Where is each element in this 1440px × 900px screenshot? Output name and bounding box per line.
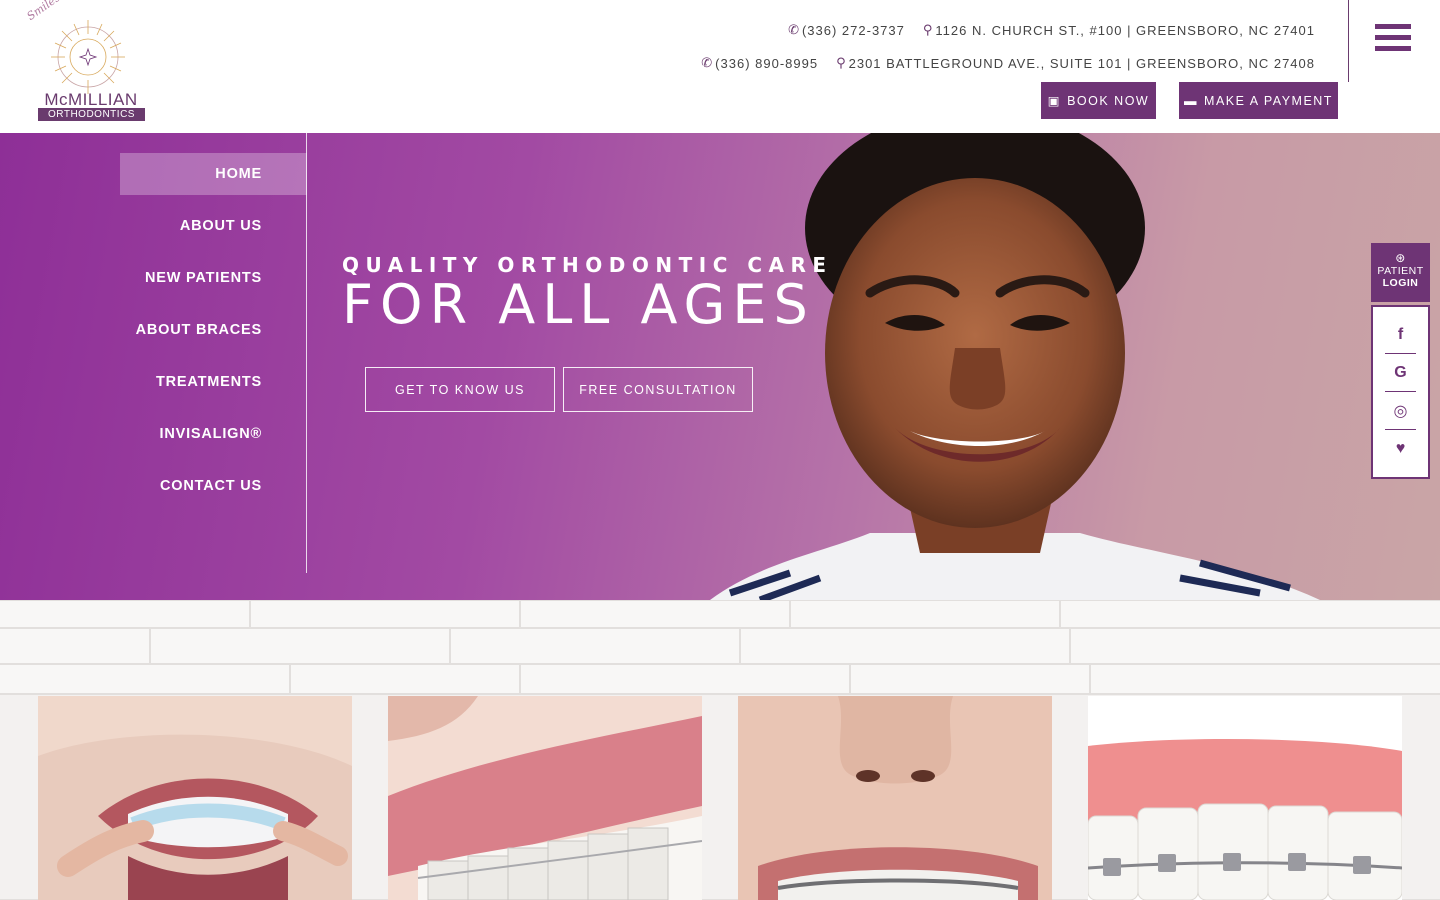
make-payment-label: MAKE A PAYMENT [1204,93,1333,108]
healthgrades-icon[interactable]: ♥ [1385,430,1416,468]
wall-brick [450,628,740,664]
google-icon[interactable]: G [1385,354,1416,392]
wall-brick [1070,628,1440,664]
patient-login-line2: LOGIN [1382,277,1419,289]
hero-headline: FOR ALL AGES [342,273,815,336]
site-header: Smiles for all ages McMILLIAN ORTHODONTI… [0,0,1440,133]
phone-icon: ✆ [788,22,800,37]
nav-item-new-patients[interactable]: NEW PATIENTS [120,257,307,299]
wall-brick [0,664,290,694]
phone-number: (336) 272-3737 [801,22,905,38]
wall-brick [790,600,1060,628]
facebook-icon[interactable]: f [1385,316,1416,354]
logo-name: McMILLIAN [44,90,138,109]
credit-card-icon: ▬ [1184,93,1199,108]
clear-aligner-image [38,696,352,900]
wall-brick [0,600,250,628]
phone-link-1[interactable]: ✆ (336) 272-3737 [788,22,905,38]
nav-item-treatments[interactable]: TREATMENTS [120,361,307,403]
nav-item-invisalign[interactable]: INVISALIGN® [120,413,307,455]
address-text: 1126 N. CHURCH ST., #100 | GREENSBORO, N… [935,22,1315,38]
wall-brick [1090,664,1440,694]
nav-item-about-us[interactable]: ABOUT US [120,205,307,247]
main-nav: HOME ABOUT US NEW PATIENTS ABOUT BRACES … [120,153,307,517]
wall-brick [520,600,790,628]
social-sidebar: f G ◎ ♥ [1371,305,1430,479]
phone-link-2[interactable]: ✆ (336) 890-8995 [701,55,818,71]
user-circle-icon: ⊛ [1395,251,1406,265]
logo-subname: ORTHODONTICS [38,108,145,121]
address-link-1[interactable]: ⚲ 1126 N. CHURCH ST., #100 | GREENSBORO,… [923,22,1315,38]
contact-row-2: ✆ (336) 890-8995 ⚲ 2301 BATTLEGROUND AVE… [701,55,1315,71]
book-now-button[interactable]: ▣ BOOK NOW [1041,82,1156,119]
treatment-card-metal-braces-closeup[interactable] [1088,696,1402,900]
logo[interactable]: Smiles for all ages McMILLIAN ORTHODONTI… [25,0,150,125]
wall-brick [520,664,850,694]
smiling-woman-portrait [710,133,1320,600]
wall-brick [740,628,1070,664]
make-payment-button[interactable]: ▬ MAKE A PAYMENT [1179,82,1338,119]
book-now-label: BOOK NOW [1067,93,1150,108]
phone-number: (336) 890-8995 [715,55,819,71]
hamburger-menu-icon[interactable] [1375,24,1411,52]
get-to-know-us-button[interactable]: GET TO KNOW US [365,367,555,412]
treatment-card-metal-braces[interactable] [738,696,1052,900]
phone-icon: ✆ [701,55,714,70]
metal-braces-image [738,696,1052,900]
address-text: 2301 BATTLEGROUND AVE., SUITE 101 | GREE… [848,55,1315,71]
contact-row-1: ✆ (336) 272-3737 ⚲ 1126 N. CHURCH ST., #… [788,22,1315,38]
address-link-2[interactable]: ⚲ 2301 BATTLEGROUND AVE., SUITE 101 | GR… [836,55,1315,71]
wall-brick [0,628,150,664]
wall-brick [150,628,450,664]
free-consultation-button[interactable]: FREE CONSULTATION [563,367,753,412]
treatments-section [0,600,1440,900]
treatment-card-clear-aligner[interactable] [38,696,352,900]
wall-brick [1060,600,1440,628]
map-pin-icon: ⚲ [836,55,847,70]
wall-brick [250,600,520,628]
patient-login-line1: PATIENT [1377,265,1424,277]
calendar-icon: ▣ [1047,94,1062,108]
header-divider [1348,0,1349,82]
treatment-card-ceramic-braces[interactable] [388,696,702,900]
map-pin-icon: ⚲ [922,22,934,37]
nav-item-home[interactable]: HOME [120,153,307,195]
hero-section: HOME ABOUT US NEW PATIENTS ABOUT BRACES … [0,133,1440,600]
wall-brick [290,664,520,694]
metal-braces-closeup-image [1088,696,1402,900]
ceramic-braces-image [388,696,702,900]
wall-brick [850,664,1090,694]
nav-item-about-braces[interactable]: ABOUT BRACES [120,309,307,351]
instagram-icon[interactable]: ◎ [1385,392,1416,430]
patient-login-button[interactable]: ⊛ PATIENT LOGIN [1371,243,1430,302]
nav-item-contact-us[interactable]: CONTACT US [120,465,307,507]
